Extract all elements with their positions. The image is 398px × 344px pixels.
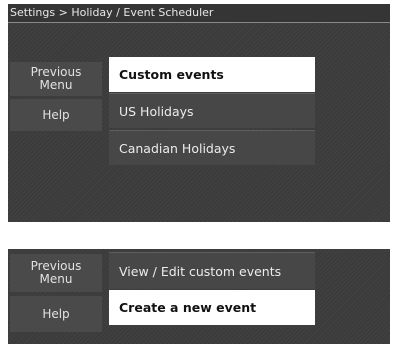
help-button[interactable]: Help <box>10 296 102 332</box>
previous-menu-button[interactable]: Previous Menu <box>10 62 102 96</box>
previous-menu-button[interactable]: Previous Menu <box>10 254 102 292</box>
scheduler-menu-screen: Settings > Holiday / Event Scheduler Pre… <box>8 4 390 222</box>
custom-events-menu-screen: Previous Menu Help View / Edit custom ev… <box>8 249 390 344</box>
menu-item-us-holidays[interactable]: US Holidays <box>109 93 315 128</box>
menu-item-create-new-event[interactable]: Create a new event <box>109 290 315 325</box>
menu-item-view-edit-custom-events[interactable]: View / Edit custom events <box>109 252 315 289</box>
menu-item-canadian-holidays[interactable]: Canadian Holidays <box>109 130 315 165</box>
breadcrumb: Settings > Holiday / Event Scheduler <box>8 4 390 23</box>
help-button[interactable]: Help <box>10 99 102 131</box>
menu-item-custom-events[interactable]: Custom events <box>109 57 315 92</box>
